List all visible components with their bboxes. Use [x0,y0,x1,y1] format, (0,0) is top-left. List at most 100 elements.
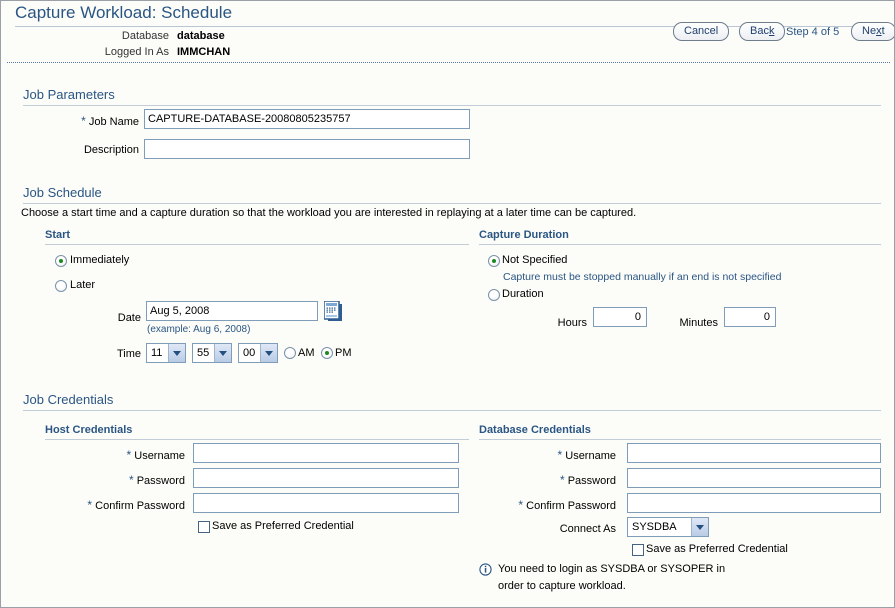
logged-in-as-value: IMMCHAN [177,46,231,58]
required-marker: * [128,473,134,487]
connect-as-value: SYSDBA [632,521,677,533]
description-input[interactable] [144,139,470,159]
connect-as-select[interactable]: SYSDBA [627,517,709,537]
host-username-input[interactable] [193,443,459,463]
host-credentials-heading: Host Credentials [45,424,133,436]
header-dotted-divider [7,62,890,63]
database-value: database [177,30,225,42]
host-password-input[interactable] [193,468,459,488]
db-confirm-password-label: * Confirm Password [518,498,616,512]
page-title: Capture Workload: Schedule [15,3,233,22]
job-schedule-heading: Job Schedule [23,185,102,200]
connect-as-label: Connect As [559,523,616,535]
minutes-label: Minutes [679,317,718,329]
next-button[interactable]: Next [851,22,894,41]
time-hour-value: 11 [151,347,163,359]
time-second-select[interactable]: 00 [238,343,278,363]
cancel-button-label: Cancel [673,22,730,41]
db-save-credential-checkbox[interactable] [632,544,644,559]
db-password-input[interactable] [627,468,881,488]
chevron-down-icon [260,344,277,362]
start-later-label: Later [70,279,96,291]
start-heading: Start [45,229,71,241]
checkbox-icon [632,544,644,556]
start-immediately-label: Immediately [70,254,130,266]
job-credentials-rule [23,410,881,411]
required-marker: * [559,473,565,487]
chevron-down-icon [168,344,185,362]
calendar-icon[interactable] [323,300,343,325]
back-button-label: Back [739,22,786,41]
required-marker: * [126,448,132,462]
date-example-hint: (example: Aug 6, 2008) [147,324,251,335]
db-username-label: * Username [557,448,616,462]
required-marker: * [557,448,563,462]
database-label: Database [121,30,169,42]
start-later-radio[interactable] [55,280,67,295]
host-password-label: * Password [128,473,185,487]
chevron-down-icon [691,518,708,536]
radio-am-icon [284,347,296,359]
duration-not-specified-radio[interactable] [488,255,500,270]
db-credentials-info-text: You need to login as SYSDBA or SYSOPER i… [498,563,726,592]
job-credentials-heading: Job Credentials [23,392,114,407]
start-immediately-radio[interactable] [55,255,67,270]
checkbox-icon [198,521,210,533]
logged-in-as-label: Logged In As [104,46,169,58]
date-label: Date [117,312,141,324]
hours-input[interactable] [593,307,647,327]
job-parameters-rule [23,105,881,106]
next-button-label: Next [851,22,894,41]
db-username-input[interactable] [627,443,881,463]
hours-label: Hours [557,317,587,329]
radio-pm-icon [321,347,333,359]
job-schedule-rule [23,203,881,204]
step-indicator: Step 4 of 5 [786,26,840,38]
time-pm-label: PM [335,347,352,359]
host-confirm-password-label: * Confirm Password [87,498,185,512]
start-rule [45,244,469,245]
time-minute-value: 55 [197,347,210,359]
time-am-label: AM [298,347,315,359]
date-input[interactable] [146,301,318,321]
database-credentials-heading: Database Credentials [479,424,591,436]
host-confirm-password-input[interactable] [193,493,459,513]
time-pm-radio[interactable] [321,347,333,362]
time-second-value: 00 [243,347,256,359]
db-password-label: * Password [559,473,616,487]
time-minute-select[interactable]: 55 [192,343,232,363]
duration-label: Duration [502,288,544,300]
time-am-radio[interactable] [284,347,296,362]
capture-duration-rule [479,244,881,245]
description-label: Description [83,144,139,156]
capture-duration-heading: Capture Duration [479,229,569,241]
cancel-button[interactable]: Cancel [673,22,730,41]
minutes-input[interactable] [724,307,776,327]
db-save-credential-label: Save as Preferred Credential [646,543,788,555]
host-credentials-rule [45,439,469,440]
database-credentials-rule [479,439,881,440]
page-container: Capture Workload: Schedule Database data… [0,0,895,608]
duration-radio[interactable] [488,289,500,304]
radio-immediately-icon [55,255,67,267]
radio-duration-icon [488,289,500,301]
radio-not-specified-icon [488,255,500,267]
duration-not-specified-label: Not Specified [502,254,568,266]
job-name-label: * Job Name [81,114,139,128]
time-hour-select[interactable]: 11 [146,343,186,363]
back-button[interactable]: Back [739,22,786,41]
info-icon [479,563,492,579]
host-save-credential-label: Save as Preferred Credential [212,520,354,532]
job-name-input[interactable] [144,109,470,129]
job-schedule-intro: Choose a start time and a capture durati… [21,207,637,219]
required-marker: * [87,498,93,512]
radio-later-icon [55,280,67,292]
duration-not-specified-note: Capture must be stopped manually if an e… [503,271,782,283]
db-confirm-password-input[interactable] [627,493,881,513]
required-marker: * [81,114,86,128]
host-username-label: * Username [126,448,185,462]
host-save-credential-checkbox[interactable] [198,521,210,536]
required-marker: * [518,498,524,512]
job-parameters-heading: Job Parameters [23,87,115,102]
chevron-down-icon [214,344,231,362]
